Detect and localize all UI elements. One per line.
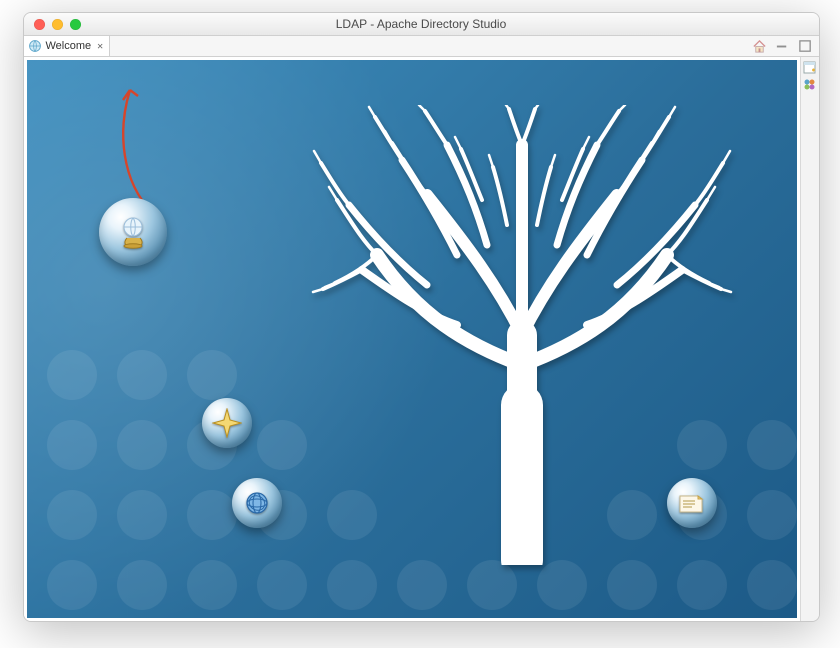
perspective-switcher bbox=[800, 57, 819, 621]
home-icon[interactable] bbox=[752, 39, 767, 54]
window-close-button[interactable] bbox=[34, 19, 45, 30]
tabbar: Welcome ✕ bbox=[24, 36, 819, 57]
star-icon bbox=[212, 408, 242, 438]
open-perspective-icon[interactable] bbox=[803, 61, 816, 74]
sphere-wire-icon bbox=[243, 489, 271, 517]
newspaper-icon bbox=[677, 490, 707, 516]
window-title: LDAP - Apache Directory Studio bbox=[24, 17, 819, 31]
app-window: LDAP - Apache Directory Studio Welcome ✕ bbox=[23, 12, 820, 622]
tab-label: Welcome bbox=[46, 40, 92, 52]
globe-icon bbox=[113, 212, 153, 252]
titlebar: LDAP - Apache Directory Studio bbox=[24, 13, 819, 36]
toolbar-right bbox=[752, 36, 819, 56]
welcome-tab-icon bbox=[28, 39, 42, 53]
ldap-perspective-icon[interactable] bbox=[803, 78, 816, 91]
whats-new-link[interactable] bbox=[667, 478, 717, 528]
window-controls bbox=[24, 19, 81, 30]
window-minimize-button[interactable] bbox=[52, 19, 63, 30]
window-zoom-button[interactable] bbox=[70, 19, 81, 30]
client-area bbox=[24, 57, 819, 621]
maximize-icon[interactable] bbox=[798, 39, 813, 54]
overview-link[interactable] bbox=[99, 198, 167, 266]
tab-close-icon[interactable]: ✕ bbox=[97, 41, 103, 52]
samples-link[interactable] bbox=[232, 478, 282, 528]
tab-welcome[interactable]: Welcome ✕ bbox=[24, 36, 111, 56]
tutorials-link[interactable] bbox=[202, 398, 252, 448]
minimize-icon[interactable] bbox=[775, 39, 790, 54]
welcome-page bbox=[24, 57, 800, 621]
